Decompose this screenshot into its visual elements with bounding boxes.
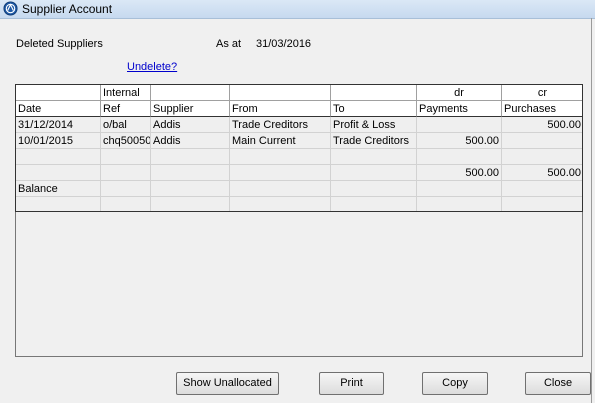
app-logo-icon — [3, 1, 18, 16]
header-cell: dr — [417, 85, 502, 101]
table-cell — [502, 181, 582, 197]
table-cell: Profit & Loss — [331, 117, 417, 133]
show-unallocated-button[interactable]: Show Unallocated — [176, 372, 279, 395]
table-cell: Trade Creditors — [230, 117, 331, 133]
header-cell — [151, 85, 230, 101]
table-cell — [101, 181, 151, 197]
table-cell — [331, 149, 417, 165]
column-header-to[interactable]: To — [331, 101, 417, 117]
grid-empty-area — [15, 212, 583, 357]
table-cell: 31/12/2014 — [16, 117, 101, 133]
table-cell — [151, 181, 230, 197]
table-cell — [16, 149, 101, 165]
column-header-date[interactable]: Date — [16, 101, 101, 117]
table-cell — [151, 149, 230, 165]
table-cell — [331, 181, 417, 197]
table-cell — [502, 149, 582, 165]
table-cell — [331, 165, 417, 181]
table-row[interactable] — [16, 149, 582, 165]
table-cell — [417, 117, 502, 133]
table-cell — [16, 197, 101, 211]
table-cell — [417, 181, 502, 197]
table-cell — [230, 181, 331, 197]
balance-row[interactable]: Balance — [16, 181, 582, 197]
table-cell — [230, 197, 331, 211]
totals-row[interactable]: 500.00 500.00 — [16, 165, 582, 181]
copy-button[interactable]: Copy — [422, 372, 488, 395]
table-cell: Main Current — [230, 133, 331, 149]
column-header-from[interactable]: From — [230, 101, 331, 117]
as-at-date: 31/03/2016 — [256, 38, 312, 50]
table-row[interactable]: 31/12/2014 o/bal Addis Trade Creditors P… — [16, 117, 582, 133]
undelete-link[interactable]: Undelete? — [127, 61, 177, 73]
balance-label: Balance — [16, 181, 101, 197]
table-cell — [230, 165, 331, 181]
header-cell — [16, 85, 101, 101]
header-row-columns: Date Ref Supplier From To Payments Purch… — [16, 101, 582, 117]
table-cell — [101, 197, 151, 211]
header-cell — [230, 85, 331, 101]
close-button[interactable]: Close — [525, 372, 591, 395]
window-title: Supplier Account — [22, 2, 113, 16]
column-header-payments[interactable]: Payments — [417, 101, 502, 117]
total-purchases: 500.00 — [502, 165, 582, 181]
transactions-grid: Internal dr cr Date Ref Supplier From To… — [15, 84, 583, 212]
header-row-top: Internal dr cr — [16, 85, 582, 101]
table-cell: Addis — [151, 117, 230, 133]
table-cell — [230, 149, 331, 165]
table-cell: 500.00 — [417, 133, 502, 149]
header-cell: cr — [502, 85, 582, 101]
table-cell: 500.00 — [502, 117, 582, 133]
table-cell — [101, 165, 151, 181]
table-cell — [417, 149, 502, 165]
table-cell — [502, 197, 582, 211]
title-bar: Supplier Account — [0, 0, 595, 19]
table-cell — [151, 197, 230, 211]
table-cell — [417, 197, 502, 211]
column-header-supplier[interactable]: Supplier — [151, 101, 230, 117]
total-payments: 500.00 — [417, 165, 502, 181]
as-at-label: As at — [216, 38, 242, 50]
table-cell — [16, 165, 101, 181]
column-header-purchases[interactable]: Purchases — [502, 101, 582, 117]
table-cell — [331, 197, 417, 211]
report-name: Deleted Suppliers — [16, 38, 103, 50]
table-cell: Trade Creditors — [331, 133, 417, 149]
table-cell — [101, 149, 151, 165]
table-cell — [502, 133, 582, 149]
table-cell — [151, 165, 230, 181]
table-row[interactable]: 10/01/2015 chq50050 Addis Main Current T… — [16, 133, 582, 149]
header-cell — [331, 85, 417, 101]
window-divider — [591, 18, 592, 403]
table-cell: 10/01/2015 — [16, 133, 101, 149]
table-cell: o/bal — [101, 117, 151, 133]
table-cell: chq50050 — [101, 133, 151, 149]
print-button[interactable]: Print — [319, 372, 384, 395]
header-cell: Internal — [101, 85, 151, 101]
table-row[interactable] — [16, 197, 582, 211]
column-header-ref[interactable]: Ref — [101, 101, 151, 117]
table-cell: Addis — [151, 133, 230, 149]
